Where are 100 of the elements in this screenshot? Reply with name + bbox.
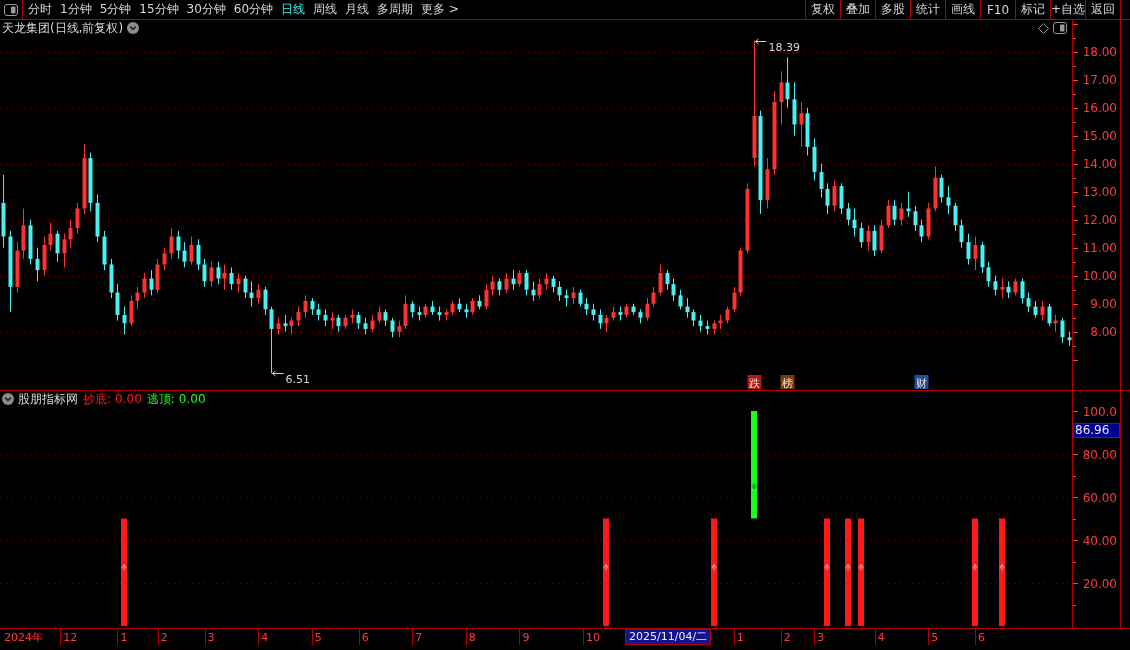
time-axis-label: 3: [817, 631, 825, 644]
candle: [946, 185, 951, 215]
up-arrow-icon: [858, 563, 864, 571]
legend-value: 0.00: [178, 391, 206, 407]
toolbar-button[interactable]: 标记: [1015, 0, 1050, 19]
stock-title: 天龙集团(日线,前复权): [2, 20, 124, 36]
candle: [276, 317, 281, 336]
candle: [343, 314, 348, 330]
toolbar-button[interactable]: 叠加: [840, 0, 875, 19]
cursor-value-label: 86.96: [1073, 423, 1120, 438]
candle: [323, 308, 328, 327]
annotation: 6.51: [285, 372, 310, 386]
period-tab[interactable]: 分时: [24, 0, 56, 19]
event-tag[interactable]: 榜: [780, 375, 795, 390]
axis-label: 13.00: [1082, 185, 1117, 200]
toolbar-button[interactable]: 统计: [910, 0, 945, 19]
event-tag[interactable]: 跌: [747, 375, 762, 390]
axis-label: 18.00: [1082, 45, 1117, 60]
down-arrow-icon: [751, 482, 757, 490]
candle: [162, 247, 167, 271]
period-tab[interactable]: 月线: [341, 0, 374, 19]
indicator-title: 股朋指标网: [18, 391, 78, 407]
chevron-down-icon[interactable]: [2, 393, 14, 405]
period-tab[interactable]: 周线: [309, 0, 342, 19]
period-tab[interactable]: 15分钟: [135, 0, 183, 19]
candle: [678, 289, 683, 310]
candle: [839, 182, 844, 215]
up-arrow-icon: [824, 563, 830, 571]
candle: [926, 202, 931, 240]
candle: [477, 294, 482, 310]
axis-label: 16.00: [1082, 101, 1117, 116]
period-tab[interactable]: 1分钟: [56, 0, 96, 19]
chevron-down-icon[interactable]: [127, 22, 140, 34]
time-axis-label: 3: [207, 631, 215, 644]
legend-name: 逃顶:: [146, 391, 175, 407]
candle: [229, 266, 234, 291]
candle: [28, 219, 33, 265]
period-tab[interactable]: 更多 >: [417, 0, 463, 19]
axis-label: 15.00: [1082, 129, 1117, 144]
axis-label: 9.00: [1090, 297, 1117, 312]
panel-toggle-icon[interactable]: [4, 3, 18, 16]
candle: [504, 272, 509, 294]
up-arrow-icon: [845, 563, 851, 571]
candle: [390, 317, 395, 338]
candle: [95, 194, 100, 243]
candle: [370, 314, 375, 333]
toolbar-button[interactable]: 画线: [945, 0, 980, 19]
time-axis-label: 4: [261, 631, 269, 644]
period-tab[interactable]: 5分钟: [95, 0, 136, 19]
candle: [296, 306, 301, 327]
time-axis-label: 8: [468, 631, 476, 644]
axis-label: 17.00: [1082, 73, 1117, 88]
candle: [1013, 278, 1018, 296]
candle: [256, 283, 261, 305]
candle: [658, 264, 663, 296]
axis-label: 40.00: [1082, 533, 1117, 548]
toolbar-button[interactable]: F10: [980, 0, 1015, 19]
up-arrow-icon: [603, 563, 609, 571]
up-arrow-icon: [972, 563, 978, 571]
candle: [55, 230, 60, 263]
time-axis-label: 2024年: [3, 631, 43, 644]
period-tab[interactable]: 30分钟: [182, 0, 230, 19]
up-arrow-icon: [711, 563, 717, 571]
axis-label: 10.00: [1082, 269, 1117, 284]
candle: [1060, 317, 1065, 344]
axis-label: 100.0: [1082, 404, 1117, 419]
candle: [966, 233, 971, 265]
period-tab[interactable]: 多周期: [373, 0, 418, 19]
axis-label: 12.00: [1082, 213, 1117, 228]
candle: [497, 278, 502, 296]
candle: [544, 272, 549, 291]
candle: [236, 272, 241, 294]
legend-name: 抄底:: [83, 391, 112, 407]
candle: [1033, 300, 1038, 319]
axis-label: 60.00: [1082, 490, 1117, 505]
toolbar-button[interactable]: 多股: [875, 0, 910, 19]
toolbar-button[interactable]: 复权: [805, 0, 840, 19]
time-axis-label: 4: [877, 631, 885, 644]
event-tag[interactable]: 财: [914, 375, 929, 390]
panel-toggle-icon[interactable]: [1053, 22, 1067, 34]
candle: [410, 300, 415, 319]
period-tab[interactable]: 日线: [277, 0, 310, 19]
time-axis-label: 1: [736, 631, 744, 644]
candle: [437, 306, 442, 322]
toolbar-button[interactable]: +自选: [1050, 0, 1085, 19]
candle: [973, 236, 978, 271]
candle: [1067, 331, 1072, 347]
toolbar-button[interactable]: 返回: [1085, 0, 1120, 19]
candle: [698, 314, 703, 333]
candle: [564, 289, 569, 308]
candle: [611, 306, 616, 322]
axis-label: 80.00: [1082, 447, 1117, 462]
candle: [765, 157, 770, 209]
period-tab[interactable]: 60分钟: [229, 0, 278, 19]
diamond-icon[interactable]: [1038, 22, 1049, 34]
candle: [879, 219, 884, 254]
up-arrow-icon: [999, 563, 1005, 571]
candle: [591, 303, 596, 322]
candle: [75, 202, 80, 235]
time-axis-label: 12: [63, 631, 78, 644]
